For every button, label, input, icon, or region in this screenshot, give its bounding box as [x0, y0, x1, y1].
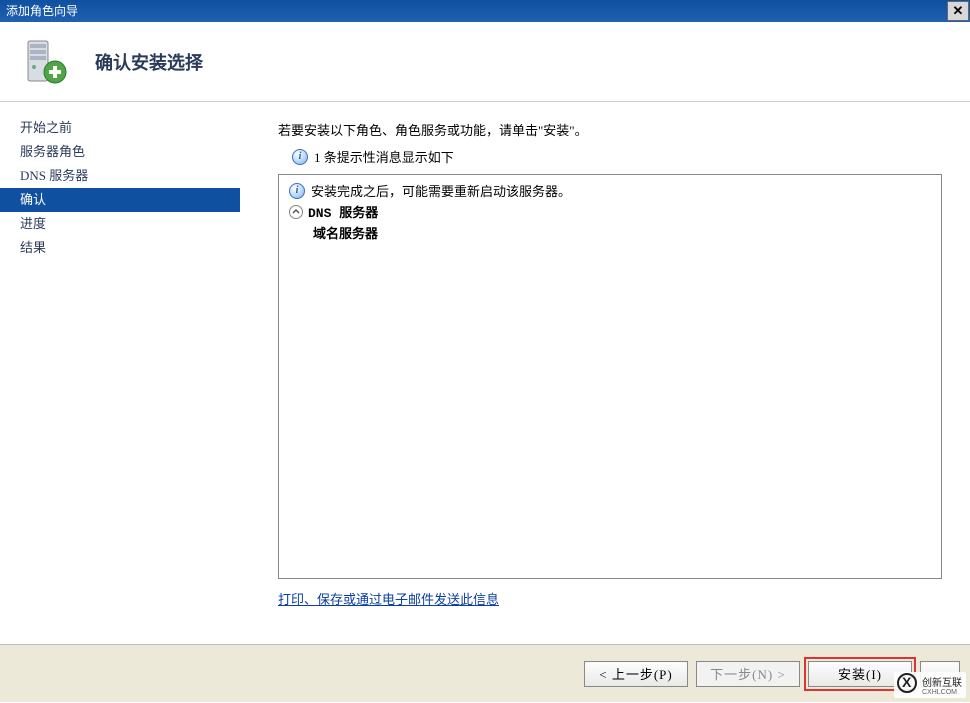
- sub-role-name: 域名服务器: [313, 223, 931, 242]
- window-title: 添加角色向导: [6, 0, 78, 22]
- info-icon: i: [292, 149, 308, 165]
- restart-note-text: 安装完成之后，可能需要重新启动该服务器。: [311, 181, 571, 200]
- sidebar-item-results[interactable]: 结果: [0, 236, 240, 260]
- sidebar-item-label: 开始之前: [20, 120, 72, 135]
- wizard-footer: < 上一步(P) 下一步(N) > 安装(I) 创新互联 CXHLCOM: [0, 644, 970, 702]
- sidebar-item-before-begin[interactable]: 开始之前: [0, 116, 240, 140]
- info-icon: i: [289, 183, 305, 199]
- info-messages-line: i 1 条提示性消息显示如下: [292, 147, 942, 166]
- instruction-text: 若要安装以下角色、角色服务或功能，请单击"安装"。: [278, 120, 942, 139]
- role-line: DNS 服务器: [289, 202, 931, 221]
- info-messages-text: 1 条提示性消息显示如下: [314, 147, 454, 166]
- restart-note-line: i 安装完成之后，可能需要重新启动该服务器。: [289, 181, 931, 200]
- watermark-sub: CXHLCOM: [922, 689, 962, 696]
- print-save-email-link[interactable]: 打印、保存或通过电子邮件发送此信息: [278, 589, 499, 608]
- roles-summary-box: i 安装完成之后，可能需要重新启动该服务器。 DNS 服务器 域名服务器: [278, 174, 942, 579]
- next-button: 下一步(N) >: [696, 661, 800, 687]
- wizard-content: 若要安装以下角色、角色服务或功能，请单击"安装"。 i 1 条提示性消息显示如下…: [240, 102, 970, 644]
- collapse-icon[interactable]: [289, 205, 303, 219]
- wizard-header: 确认安装选择: [0, 22, 970, 102]
- sidebar-item-label: 结果: [20, 240, 46, 255]
- sidebar-item-progress[interactable]: 进度: [0, 212, 240, 236]
- sidebar-item-label: 进度: [20, 216, 46, 231]
- close-button[interactable]: ✕: [947, 1, 969, 21]
- sidebar-item-dns-server[interactable]: DNS 服务器: [0, 164, 240, 188]
- sidebar-item-confirm[interactable]: 确认: [0, 188, 240, 212]
- page-title: 确认安装选择: [95, 49, 203, 75]
- server-icon: [20, 37, 70, 87]
- watermark-logo-icon: [897, 673, 917, 693]
- sidebar-item-server-roles[interactable]: 服务器角色: [0, 140, 240, 164]
- previous-button[interactable]: < 上一步(P): [584, 661, 688, 687]
- role-name: DNS 服务器: [308, 202, 378, 221]
- sidebar-item-label: 确认: [20, 192, 46, 207]
- wizard-steps-sidebar: 开始之前 服务器角色 DNS 服务器 确认 进度 结果: [0, 102, 240, 644]
- titlebar: 添加角色向导 ✕: [0, 0, 970, 22]
- watermark-brand: 创新互联: [922, 674, 962, 689]
- sidebar-item-label: 服务器角色: [20, 144, 85, 159]
- sidebar-item-label: DNS 服务器: [20, 168, 88, 183]
- wizard-body: 开始之前 服务器角色 DNS 服务器 确认 进度 结果 若要安装以下角色、角色服…: [0, 102, 970, 644]
- watermark: 创新互联 CXHLCOM: [894, 672, 966, 698]
